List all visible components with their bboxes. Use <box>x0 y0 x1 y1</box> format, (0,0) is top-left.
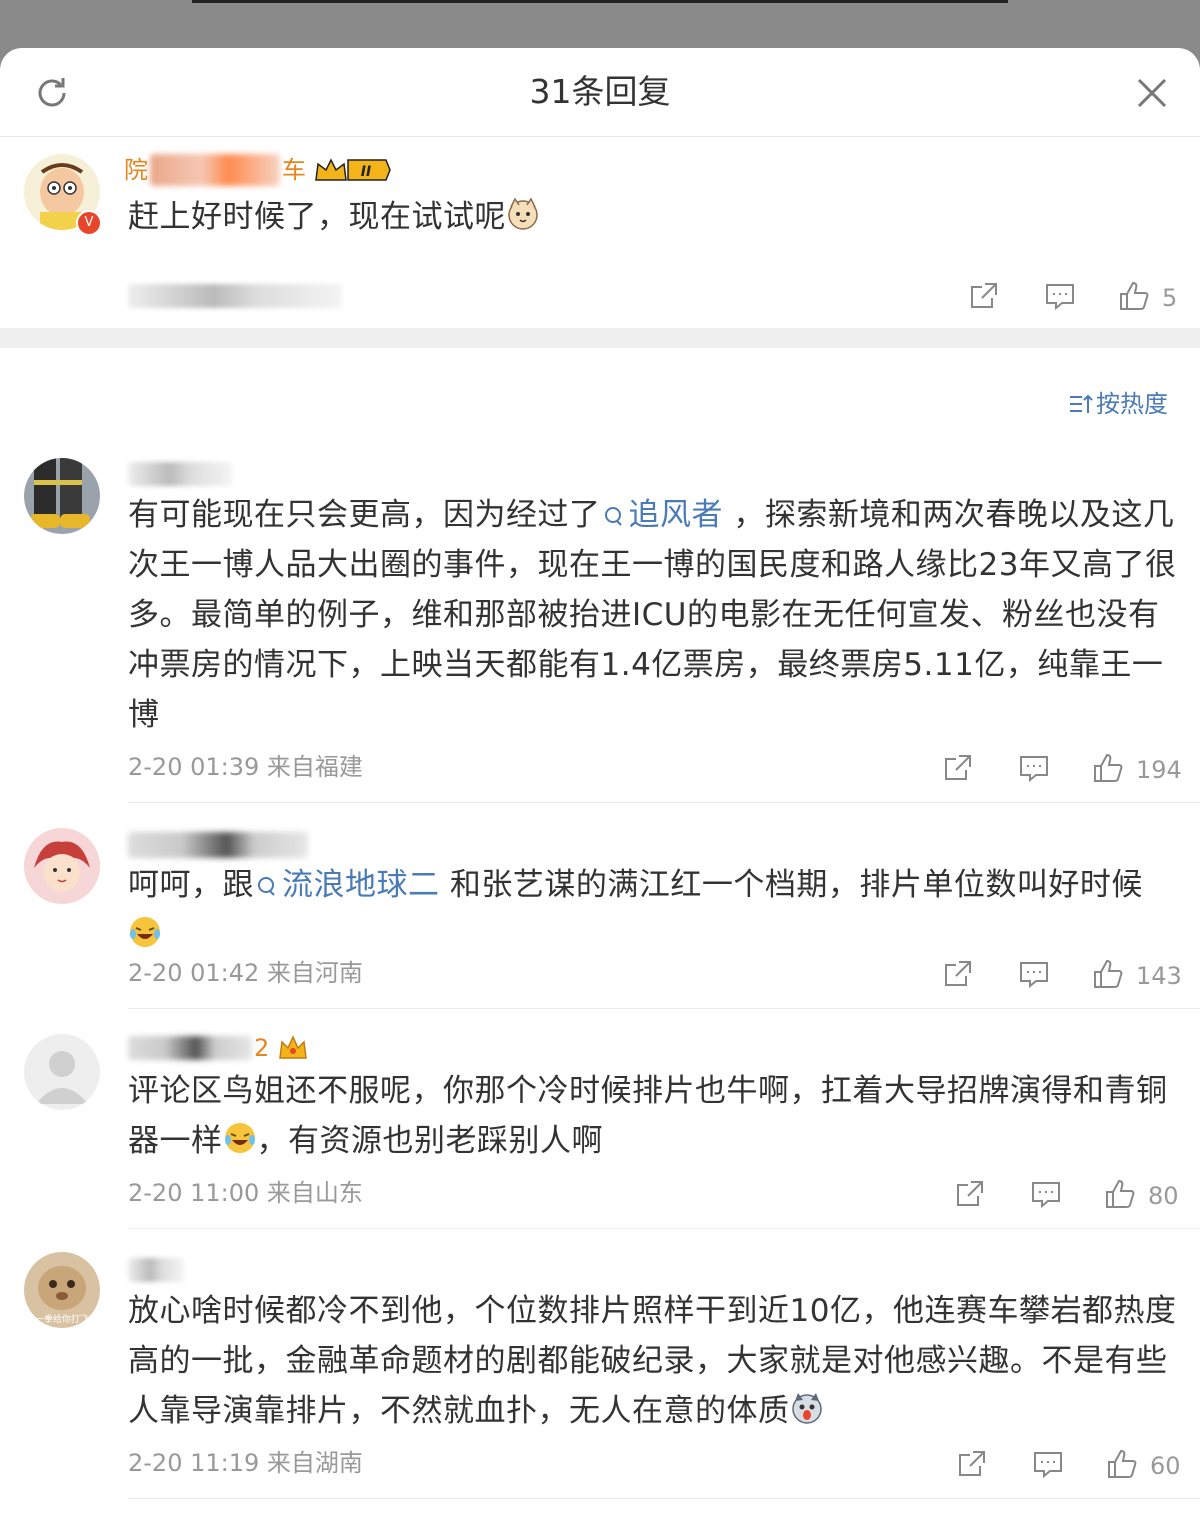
reply-actions: 143 <box>940 956 1190 996</box>
like-icon[interactable] <box>1092 958 1124 990</box>
like-icon[interactable] <box>1092 752 1124 784</box>
username-blurred <box>128 462 232 486</box>
avatar[interactable]: 一拳给你打飞 <box>24 1252 100 1328</box>
comment-icon[interactable] <box>1032 1448 1064 1480</box>
search-icon <box>604 507 622 526</box>
page-title: 31条回复 <box>529 72 671 111</box>
vip-level-text: II <box>361 164 371 180</box>
reply-text-part: 有可能现在只会更高，因为经过了 <box>128 497 601 533</box>
laugh-cry-emoji-icon <box>130 917 160 947</box>
avatar[interactable] <box>24 1034 100 1110</box>
comment-icon[interactable] <box>1030 1178 1062 1210</box>
close-icon[interactable] <box>1133 74 1171 112</box>
crown-icon <box>279 1035 307 1059</box>
like-count: 5 <box>1162 284 1178 312</box>
reply-actions: 60 <box>954 1446 1194 1486</box>
reply-location: 来自湖南 <box>266 1449 363 1477</box>
reply-text-part: 和张艺谋的满江红一个档期，排片单位数叫好时候 <box>439 867 1143 903</box>
username-blurred <box>128 832 308 858</box>
replies-sheet: 31条回复 V 院 车 II 赶上好时候了，现在试试呢 5 按热度 有可能现在只… <box>0 48 1200 1521</box>
reply-actions: 194 <box>940 750 1190 790</box>
divider <box>128 1008 1200 1009</box>
divider <box>128 1498 1200 1499</box>
avatar[interactable] <box>24 458 100 534</box>
root-comment-text: 赶上好时候了，现在试试呢 <box>128 192 1178 242</box>
reply-text: 放心啥时候都冷不到他，个位数排片照样干到近10亿，他连赛车攀岩都热度高的一批，金… <box>128 1286 1178 1436</box>
reply-text-part: 呵呵，跟 <box>128 867 254 903</box>
reply-meta: 2-20 01:42 来自河南 <box>128 957 363 989</box>
status-bar-line <box>192 0 1008 3</box>
timestamp-blurred <box>128 284 342 308</box>
like-icon[interactable] <box>1118 280 1150 312</box>
share-icon[interactable] <box>942 958 974 990</box>
verified-badge: V <box>76 210 102 236</box>
reply-location: 来自河南 <box>266 959 363 987</box>
sheet-header: 31条回复 <box>0 48 1200 137</box>
sort-label: 按热度 <box>1096 390 1168 418</box>
topic-label: 追风者 <box>628 497 723 533</box>
reply-meta: 2-20 01:39 来自福建 <box>128 751 363 783</box>
like-count: 80 <box>1148 1182 1179 1210</box>
sort-icon <box>1070 394 1093 413</box>
reply-meta: 2-20 11:00 来自山东 <box>128 1177 363 1209</box>
share-icon[interactable] <box>968 280 1000 312</box>
reply-text: 评论区鸟姐还不服呢，你那个冷时候排片也牛啊，扛着大导招牌演得和青铜器一样 ，有资源… <box>128 1066 1178 1166</box>
search-icon <box>258 877 275 896</box>
laugh-cry-emoji-icon <box>224 1123 255 1153</box>
sort-by-hot-button[interactable]: 按热度 <box>1068 388 1168 420</box>
reply-time: 2-20 01:42 <box>128 959 260 987</box>
like-count: 60 <box>1150 1452 1181 1480</box>
root-comment-body: 赶上好时候了，现在试试呢 <box>128 199 506 235</box>
username-prefix[interactable]: 院 <box>124 154 148 186</box>
reply-time: 2-20 11:00 <box>128 1179 260 1207</box>
reply-text: 呵呵，跟 流浪地球二 和张艺谋的满江红一个档期，排片单位数叫好时候 <box>128 860 1178 960</box>
topic-label: 流浪地球二 <box>282 867 440 903</box>
reply-meta: 2-20 11:19 来自湖南 <box>128 1447 363 1479</box>
like-count: 143 <box>1136 962 1182 990</box>
topic-link-流浪地球二[interactable]: 流浪地球二 <box>254 867 440 903</box>
avatar-caption: 一拳给你打飞 <box>35 1313 89 1325</box>
username-blurred <box>128 1258 184 1282</box>
share-icon[interactable] <box>954 1178 986 1210</box>
divider <box>128 1228 1200 1229</box>
username-blurred <box>128 1036 252 1060</box>
root-actions: 5 <box>966 278 1186 318</box>
share-icon[interactable] <box>942 752 974 784</box>
reply-location: 来自山东 <box>266 1179 363 1207</box>
reply-actions: 80 <box>952 1176 1192 1216</box>
username-suffix[interactable]: 车 <box>282 154 306 186</box>
like-icon[interactable] <box>1104 1178 1136 1210</box>
reply-time: 2-20 11:19 <box>128 1449 260 1477</box>
like-count: 194 <box>1136 756 1182 784</box>
husky-emoji-icon <box>791 1393 822 1424</box>
username-suffix[interactable]: 2 <box>254 1032 269 1064</box>
reply-time: 2-20 01:39 <box>128 753 260 781</box>
reply-text-part: 放心啥时候都冷不到他，个位数排片照样干到近10亿，他连赛车攀岩都热度高的一批，金… <box>128 1293 1177 1429</box>
vip-crown-icon: II <box>314 156 392 184</box>
share-icon[interactable] <box>956 1448 988 1480</box>
comment-icon[interactable] <box>1044 280 1076 312</box>
cat-emoji-icon <box>508 197 538 230</box>
section-separator <box>0 328 1200 348</box>
divider <box>128 802 1200 803</box>
reply-text: 有可能现在只会更高，因为经过了 追风者 ，探索新境和两次春晚以及这几次王一博人品大… <box>128 490 1178 740</box>
username-blurred <box>150 154 280 186</box>
avatar[interactable] <box>24 828 100 904</box>
comment-icon[interactable] <box>1018 958 1050 990</box>
reply-location: 来自福建 <box>266 753 363 781</box>
comment-icon[interactable] <box>1018 752 1050 784</box>
like-icon[interactable] <box>1106 1448 1138 1480</box>
reply-text-part: ，有资源也别老踩别人啊 <box>256 1123 603 1159</box>
topic-link-追风者[interactable]: 追风者 <box>601 497 724 533</box>
